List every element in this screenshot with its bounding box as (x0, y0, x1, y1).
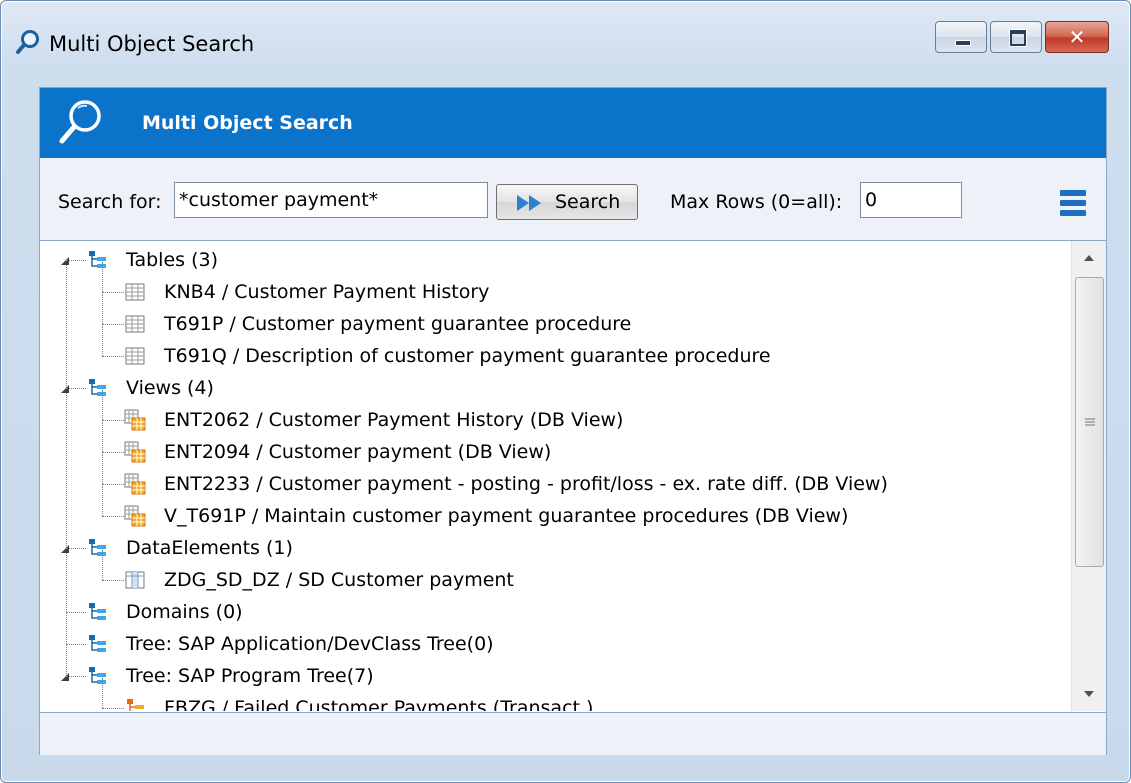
tree-connector (102, 356, 124, 357)
tree-group-row[interactable]: Tree: SAP Program Tree(7) (40, 660, 1070, 692)
table-icon (124, 313, 146, 335)
close-icon: ✕ (1068, 25, 1086, 49)
status-bar (40, 712, 1106, 755)
scroll-up-icon[interactable] (1072, 241, 1106, 273)
vertical-scrollbar[interactable] (1071, 241, 1106, 711)
maximize-icon (1010, 30, 1026, 46)
tree-group-label: Tree: SAP Program Tree(7) (126, 665, 374, 687)
view-icon (124, 473, 146, 495)
close-button[interactable]: ✕ (1045, 21, 1109, 53)
tree-connector (102, 516, 124, 517)
folder-tree-icon (86, 377, 108, 399)
search-button[interactable]: Search (496, 184, 638, 220)
minimize-icon (955, 40, 971, 46)
tree-connector (102, 452, 124, 453)
tree-group-label: DataElements (1) (126, 537, 293, 559)
app-window: Multi Object Search ✕ Multi Object Searc… (0, 0, 1131, 783)
tree-item-row[interactable]: ENT2062 / Customer Payment History (DB V… (40, 404, 1070, 436)
search-input[interactable]: *customer payment* (174, 182, 488, 218)
window-title: Multi Object Search (49, 32, 255, 56)
tree-connector (66, 644, 86, 645)
tree-item-label: ENT2233 / Customer payment - posting - p… (164, 473, 888, 495)
view-icon (124, 441, 146, 463)
tree-item-label: KNB4 / Customer Payment History (164, 281, 490, 303)
scroll-down-icon[interactable] (1072, 679, 1106, 711)
tree-connector (102, 678, 103, 708)
header-banner: Multi Object Search (40, 88, 1106, 158)
tree-connector (102, 486, 103, 516)
tree-connector (102, 326, 103, 356)
tree-connector (102, 262, 103, 292)
tree-item-row[interactable]: ENT2094 / Customer payment (DB View) (40, 436, 1070, 468)
tree-item-row[interactable]: ZDG_SD_DZ / SD Customer payment (40, 564, 1070, 596)
folder-tree-icon (86, 601, 108, 623)
tree-group-row[interactable]: Tree: SAP Application/DevClass Tree(0) (40, 628, 1070, 660)
tree-item-row[interactable]: FBZG / Failed Customer Payments (Transac… (40, 692, 1070, 711)
tree-connector (66, 612, 86, 613)
tree-item-row[interactable]: ENT2233 / Customer payment - posting - p… (40, 468, 1070, 500)
table-icon (124, 281, 146, 303)
tree-connector (102, 422, 103, 452)
tree-item-row[interactable]: V_T691P / Maintain customer payment guar… (40, 500, 1070, 532)
folder-tree-icon (86, 665, 108, 687)
magnifier-icon (16, 30, 39, 54)
tree-group-label: Views (4) (126, 377, 214, 399)
tree-group-label: Domains (0) (126, 601, 243, 623)
tree-group-label: Tree: SAP Application/DevClass Tree(0) (126, 633, 494, 655)
tree-group-row[interactable]: DataElements (1) (40, 532, 1070, 564)
tree-connector (66, 676, 86, 677)
tree-connector (66, 388, 86, 389)
banner-title: Multi Object Search (142, 112, 353, 134)
tree-item-label: ENT2094 / Customer payment (DB View) (164, 441, 552, 463)
folder-tree-icon (86, 537, 108, 559)
tree-connector (102, 454, 103, 484)
tree-connector (102, 294, 103, 324)
tree-connector (102, 420, 124, 421)
view-icon (124, 409, 146, 431)
tree-item-label: T691P / Customer payment guarantee proce… (164, 313, 632, 335)
view-icon (124, 505, 146, 527)
search-label: Search for: (58, 191, 162, 213)
results-tree[interactable]: Tables (3) KNB4 / Customer Payment Histor… (40, 241, 1070, 711)
max-rows-label: Max Rows (0=all): (670, 191, 843, 213)
tree-item-label: ENT2062 / Customer Payment History (DB V… (164, 409, 624, 431)
tree-connector (102, 484, 124, 485)
tree-group-label: Tables (3) (126, 249, 218, 271)
search-button-label: Search (555, 191, 621, 213)
max-rows-input[interactable]: 0 (860, 182, 962, 218)
fast-forward-icon (517, 195, 541, 211)
grip-icon (1085, 418, 1095, 426)
tree-item-row[interactable]: KNB4 / Customer Payment History (40, 276, 1070, 308)
tree-connector (102, 580, 124, 581)
table-icon (124, 345, 146, 367)
search-toolbar: Search for: *customer payment* Search Ma… (40, 158, 1106, 241)
tree-connector (66, 548, 86, 549)
data-element-icon (124, 569, 146, 591)
tree-item-row[interactable]: T691P / Customer payment guarantee proce… (40, 308, 1070, 340)
tree-group-row[interactable]: Tables (3) (40, 244, 1070, 276)
title-bar[interactable]: Multi Object Search ✕ (1, 1, 1130, 79)
folder-tree-icon (86, 249, 108, 271)
tree-connector (102, 324, 124, 325)
tree-connector (102, 292, 124, 293)
tree-item-label: V_T691P / Maintain customer payment guar… (164, 505, 849, 527)
tree-item-label: FBZG / Failed Customer Payments (Transac… (164, 697, 594, 711)
tree-item-row[interactable]: T691Q / Description of customer payment … (40, 340, 1070, 372)
tree-group-row[interactable]: Domains (0) (40, 596, 1070, 628)
tree-connector (102, 390, 103, 420)
hamburger-menu-icon[interactable] (1060, 190, 1086, 220)
maximize-button[interactable] (990, 21, 1042, 53)
tree-item-label: T691Q / Description of customer payment … (164, 345, 771, 367)
tree-item-label: ZDG_SD_DZ / SD Customer payment (164, 569, 514, 591)
tree-group-row[interactable]: Views (4) (40, 372, 1070, 404)
minimize-button[interactable] (935, 21, 987, 53)
search-icon (59, 100, 101, 144)
client-area: Multi Object Search Search for: *custome… (39, 87, 1107, 755)
tree-connector (102, 550, 103, 580)
scroll-thumb[interactable] (1075, 277, 1104, 567)
tree-connector (66, 260, 86, 261)
tree-connector (102, 708, 124, 709)
folder-tree-icon (86, 633, 108, 655)
transaction-icon (124, 697, 146, 711)
